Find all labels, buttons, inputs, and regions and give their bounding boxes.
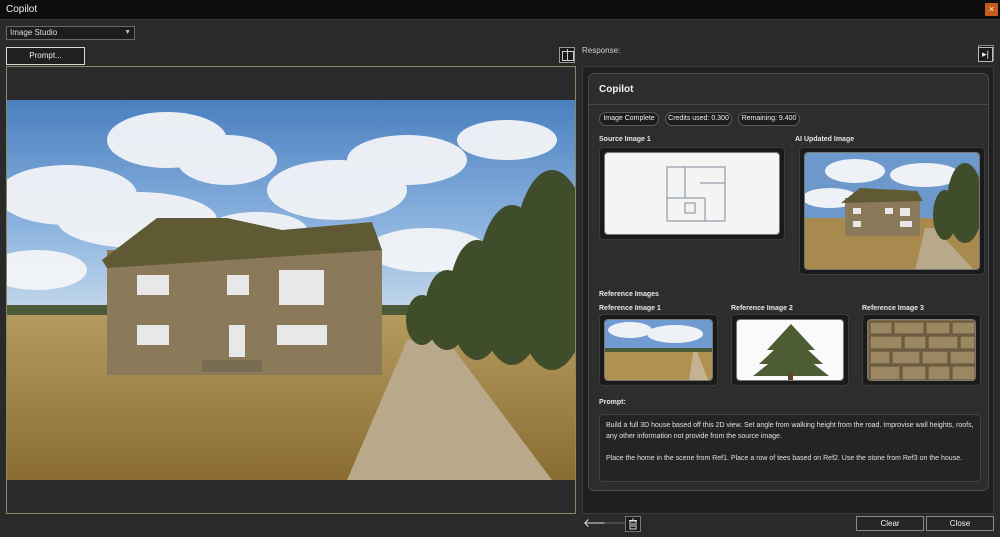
reference-image-1-thumbnail[interactable] — [599, 314, 718, 386]
split-view-icon[interactable] — [559, 47, 575, 63]
divider — [589, 104, 988, 105]
rendered-house-image — [7, 100, 575, 480]
prompt-text-line-2: Place the home in the scene from Ref1. P… — [606, 455, 963, 462]
reference-image-2-label: Reference Image 2 — [731, 305, 793, 312]
response-panel: Copilot Image Complete Credits used: 0.3… — [582, 66, 994, 514]
chevron-down-icon: ▼ — [124, 29, 131, 36]
prompt-text-line-1: Build a full 3D house based off this 2D … — [606, 422, 974, 440]
status-badge: Image Complete — [599, 112, 659, 126]
reference-images-heading: Reference Images — [599, 291, 659, 298]
floor-plan-image — [666, 166, 726, 222]
ai-house-image — [805, 153, 979, 269]
collapse-panel-icon[interactable]: ▸| — [978, 47, 993, 62]
ai-updated-image-thumbnail[interactable] — [799, 147, 985, 275]
mode-select[interactable]: Image Studio ▼ — [6, 26, 135, 40]
prompt-label: Prompt: — [599, 399, 626, 406]
reference-image-3-thumbnail[interactable] — [862, 314, 981, 386]
response-label: Response: — [582, 46, 621, 55]
title-bar: Copilot × — [0, 0, 1000, 20]
mode-select-value: Image Studio — [10, 28, 58, 37]
field-reference-image — [605, 320, 712, 380]
arrow-right-icon[interactable]: 🡒 — [603, 516, 635, 532]
reference-image-1-label: Reference Image 1 — [599, 305, 661, 312]
reference-image-3-label: Reference Image 3 — [862, 305, 924, 312]
image-canvas[interactable] — [6, 66, 576, 514]
arrow-left-icon[interactable]: 🡐 — [583, 516, 615, 532]
credits-used-badge: Credits used: 0.300 — [665, 112, 732, 126]
close-icon[interactable]: × — [985, 3, 998, 16]
clear-button[interactable]: Clear — [856, 516, 924, 531]
copilot-card: Copilot Image Complete Credits used: 0.3… — [588, 73, 989, 491]
trash-icon[interactable] — [625, 516, 641, 532]
trash-glyph — [629, 518, 637, 530]
source-image-label: Source Image 1 — [599, 136, 651, 143]
reference-image-2-thumbnail[interactable] — [731, 314, 849, 386]
copilot-card-title: Copilot — [599, 84, 634, 95]
window-title: Copilot — [6, 4, 38, 15]
close-button[interactable]: Close — [926, 516, 994, 531]
prompt-button[interactable]: Prompt... — [6, 47, 85, 65]
stone-reference-image — [869, 321, 975, 380]
remaining-badge: Remaining: 9.400 — [738, 112, 800, 126]
source-image-thumbnail[interactable] — [599, 147, 785, 240]
tree-reference-image — [753, 324, 829, 380]
ai-updated-image-label: AI Updated Image — [795, 136, 855, 143]
prompt-text-box: Build a full 3D house based off this 2D … — [599, 414, 981, 482]
